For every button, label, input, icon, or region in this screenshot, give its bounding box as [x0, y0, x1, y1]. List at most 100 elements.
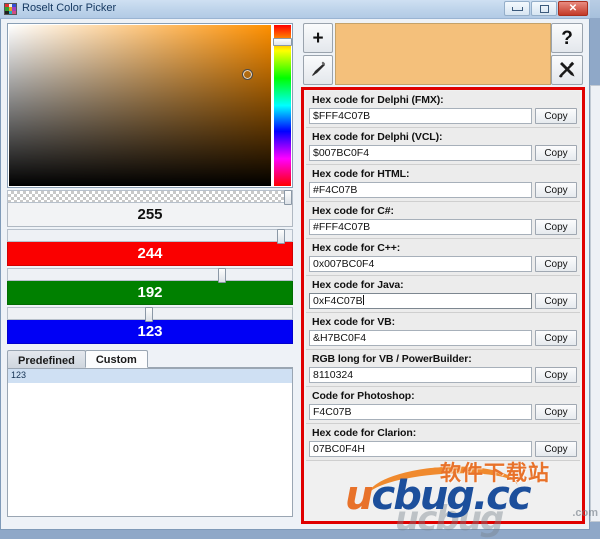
code-row: Hex code for HTML: #F4C07B Copy	[306, 165, 580, 202]
green-slider-track[interactable]	[7, 268, 293, 283]
red-value: 244	[7, 242, 293, 266]
hue-strip[interactable]	[274, 25, 291, 186]
copy-button[interactable]: Copy	[535, 108, 577, 124]
copy-button[interactable]: Copy	[535, 367, 577, 383]
code-label: Code for Photoshop:	[312, 390, 415, 402]
code-input[interactable]: &H7BC0F4	[309, 330, 532, 346]
code-input-value: $FFF4C07B	[313, 110, 371, 122]
green-slider[interactable]: 192	[7, 268, 293, 305]
color-source-tabs: Predefined Custom	[7, 350, 293, 369]
copy-button[interactable]: Copy	[535, 219, 577, 235]
code-field-row: #F4C07B Copy	[309, 182, 577, 198]
code-label: Hex code for Delphi (FMX):	[312, 94, 444, 106]
code-row: Hex code for Clarion: 07BC0F4H Copy	[306, 424, 580, 461]
copy-button[interactable]: Copy	[535, 256, 577, 272]
green-value: 192	[7, 281, 293, 305]
code-input[interactable]: $007BC0F4	[309, 145, 532, 161]
code-label: Hex code for HTML:	[312, 168, 410, 180]
tab-custom[interactable]: Custom	[84, 350, 148, 368]
red-slider[interactable]: 244	[7, 229, 293, 266]
title-bar: Roselt Color Picker ✕	[0, 0, 590, 19]
window-controls: ✕	[504, 1, 588, 16]
right-panel: + ? Hex code for Delphi (FMX): $FFF4C07B…	[301, 21, 587, 526]
code-row: Hex code for C++: 0x007BC0F4 Copy	[306, 239, 580, 276]
add-color-button[interactable]: +	[303, 23, 333, 53]
code-input-value: #FFF4C07B	[313, 221, 371, 233]
window-title: Roselt Color Picker	[22, 2, 117, 14]
minimize-icon	[511, 6, 523, 11]
code-field-row: 07BC0F4H Copy	[309, 441, 577, 457]
color-preview-swatch[interactable]	[335, 23, 551, 85]
client-area: 255 244 192 123 Predefined Custom 123 + …	[0, 19, 600, 530]
code-field-row: #FFF4C07B Copy	[309, 219, 577, 235]
copy-button[interactable]: Copy	[535, 182, 577, 198]
question-mark-icon: ?	[561, 27, 573, 49]
code-input[interactable]: #F4C07B	[309, 182, 532, 198]
code-input[interactable]: 0xF4C07B	[309, 293, 532, 309]
code-input-value: $007BC0F4	[313, 147, 370, 159]
code-input-value: 07BC0F4H	[313, 443, 365, 455]
code-label: Hex code for Java:	[312, 279, 404, 291]
code-field-row: F4C07B Copy	[309, 404, 577, 420]
saturation-value-picker[interactable]	[7, 23, 293, 188]
red-slider-track[interactable]	[7, 229, 293, 244]
blue-slider-thumb[interactable]	[145, 307, 153, 322]
code-label: Hex code for VB:	[312, 316, 395, 328]
color-codes-panel: Hex code for Delphi (FMX): $FFF4C07B Copy H…	[301, 87, 585, 524]
list-item[interactable]: 123	[8, 369, 292, 383]
code-row: RGB long for VB / PowerBuilder: 8110324 Co…	[306, 350, 580, 387]
blue-slider[interactable]: 123	[7, 307, 293, 344]
copy-button[interactable]: Copy	[535, 145, 577, 161]
maximize-icon	[539, 4, 549, 13]
settings-button[interactable]	[551, 55, 583, 85]
list-item-label: 123	[11, 370, 27, 380]
code-input-value: &H7BC0F4	[313, 332, 367, 344]
code-field-row: 0x007BC0F4 Copy	[309, 256, 577, 272]
code-input[interactable]: $FFF4C07B	[309, 108, 532, 124]
code-field-row: $007BC0F4 Copy	[309, 145, 577, 161]
code-row: Hex code for Delphi (FMX): $FFF4C07B Copy	[306, 91, 580, 128]
custom-colors-list[interactable]: 123	[7, 369, 293, 517]
text-caret	[362, 295, 364, 305]
close-button[interactable]: ✕	[558, 1, 588, 16]
minimize-button[interactable]	[504, 1, 530, 16]
code-field-row: $FFF4C07B Copy	[309, 108, 577, 124]
alpha-slider-thumb[interactable]	[284, 190, 292, 205]
code-input[interactable]: 8110324	[309, 367, 532, 383]
code-row: Hex code for VB: &H7BC0F4 Copy	[306, 313, 580, 350]
red-slider-thumb[interactable]	[277, 229, 285, 244]
copy-button[interactable]: Copy	[535, 441, 577, 457]
code-row: Hex code for C#: #FFF4C07B Copy	[306, 202, 580, 239]
code-input-value: 0x007BC0F4	[313, 258, 375, 270]
alpha-slider-track[interactable]	[7, 190, 293, 205]
code-input[interactable]: #FFF4C07B	[309, 219, 532, 235]
hue-thumb[interactable]	[273, 38, 292, 46]
tab-predefined-label: Predefined	[18, 354, 75, 367]
code-field-row: &H7BC0F4 Copy	[309, 330, 577, 346]
tab-filler	[146, 350, 293, 368]
tools-icon	[559, 61, 575, 78]
close-icon: ✕	[568, 2, 578, 14]
code-input[interactable]: 0x007BC0F4	[309, 256, 532, 272]
copy-button[interactable]: Copy	[535, 404, 577, 420]
copy-button[interactable]: Copy	[535, 293, 577, 309]
copy-button[interactable]: Copy	[535, 330, 577, 346]
code-label: Hex code for C#:	[312, 205, 394, 217]
blue-slider-track[interactable]	[7, 307, 293, 322]
eyedropper-button[interactable]	[303, 55, 333, 85]
help-button[interactable]: ?	[551, 23, 583, 53]
code-input[interactable]: 07BC0F4H	[309, 441, 532, 457]
code-row: Hex code for Delphi (VCL): $007BC0F4 Copy	[306, 128, 580, 165]
plus-icon: +	[312, 27, 324, 49]
code-input-value: #F4C07B	[313, 184, 358, 196]
tab-predefined[interactable]: Predefined	[7, 350, 86, 368]
sv-gradient-area[interactable]	[9, 25, 271, 186]
alpha-slider[interactable]: 255	[7, 190, 293, 227]
code-input-value: 0xF4C07B	[313, 295, 363, 307]
saturation-value-cursor[interactable]	[242, 69, 253, 80]
code-label: Hex code for Delphi (VCL):	[312, 131, 443, 143]
codes-scrollbar[interactable]	[590, 85, 600, 522]
maximize-button[interactable]	[531, 1, 557, 16]
green-slider-thumb[interactable]	[218, 268, 226, 283]
code-input[interactable]: F4C07B	[309, 404, 532, 420]
